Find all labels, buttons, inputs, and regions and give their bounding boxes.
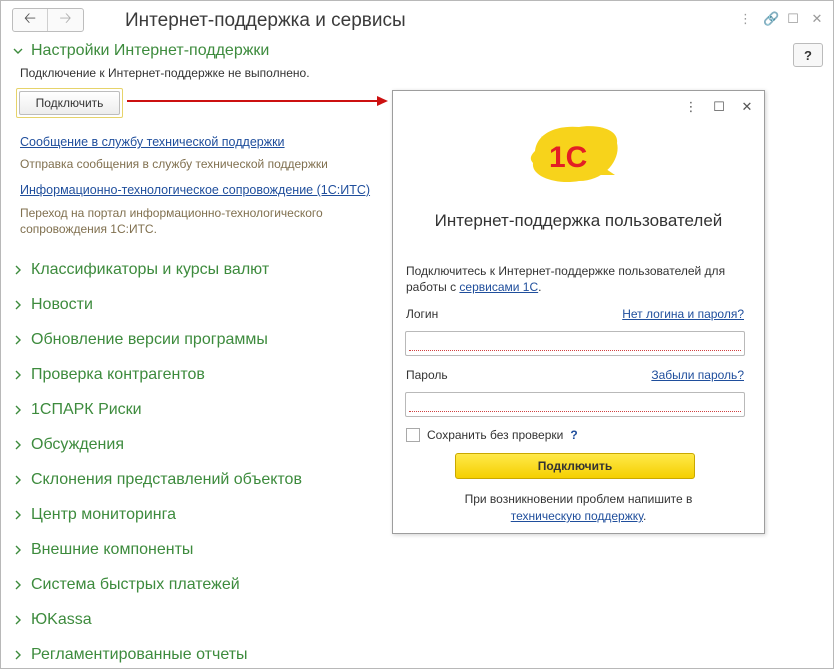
- section-fast-payments[interactable]: Система быстрых платежей: [11, 576, 240, 594]
- its-link[interactable]: Информационно-технологическое сопровожде…: [20, 183, 370, 197]
- tech-support-link[interactable]: техническую поддержку: [511, 509, 643, 523]
- section-yookassa[interactable]: ЮKassa: [11, 611, 92, 629]
- close-icon[interactable]: ✕: [740, 99, 754, 115]
- chevron-right-icon: [11, 263, 25, 277]
- section-regulated-reports[interactable]: Регламентированные отчеты: [11, 646, 248, 664]
- chevron-right-icon: [11, 508, 25, 522]
- window-controls: ⋮ 🔗 ☐ ✕: [739, 11, 823, 27]
- section-spark-risks[interactable]: 1СПАРК Риски: [11, 401, 142, 419]
- services-link[interactable]: сервисами 1С: [459, 280, 538, 294]
- logo-text: 1С: [549, 141, 587, 174]
- intro-suffix: .: [538, 280, 542, 294]
- dialog-controls: ⋮ ☐ ✕: [684, 99, 754, 115]
- main-window: 🡠 🡢 Интернет-поддержка и сервисы ⋮ 🔗 ☐ ✕…: [0, 0, 834, 669]
- footer-link-line: техническую поддержку.: [393, 508, 764, 525]
- save-without-check-row: Сохранить без проверки ?: [406, 428, 578, 442]
- section-label: Центр мониторинга: [31, 506, 177, 523]
- intro-text: Подключитесь к Интернет-поддержке пользо…: [406, 264, 726, 294]
- password-label: Пароль: [406, 368, 448, 382]
- dialog-connect-button[interactable]: Подключить: [455, 453, 695, 479]
- chevron-right-icon: [11, 543, 25, 557]
- chevron-right-icon: [11, 578, 25, 592]
- section-label: Склонения представлений объектов: [31, 471, 302, 488]
- section-external-components[interactable]: Внешние компоненты: [11, 541, 193, 559]
- footer-suffix: .: [642, 509, 647, 523]
- section-classifiers[interactable]: Классификаторы и курсы валют: [11, 261, 269, 279]
- section-label: 1СПАРК Риски: [31, 401, 142, 418]
- arrow-annotation: [127, 96, 388, 106]
- forgot-password-link[interactable]: Забыли пароль?: [651, 368, 744, 382]
- footer-text: При возникновении проблем напишите в: [464, 492, 693, 506]
- save-without-check-checkbox[interactable]: [406, 428, 420, 442]
- connection-status: Подключение к Интернет-поддержке не выпо…: [20, 66, 310, 80]
- login-required-mark: [409, 350, 741, 351]
- dialog-title: Интернет-поддержка пользователей: [434, 211, 723, 230]
- close-icon[interactable]: ✕: [811, 11, 823, 27]
- chevron-right-icon: [11, 438, 25, 452]
- navigation-buttons: 🡠 🡢: [12, 8, 84, 32]
- chevron-right-icon: [11, 298, 25, 312]
- its-desc: Переход на портал информационно-технолог…: [20, 206, 323, 236]
- section-label: Система быстрых платежей: [31, 576, 240, 593]
- section-declensions[interactable]: Склонения представлений объектов: [11, 471, 302, 489]
- help-icon[interactable]: ?: [570, 428, 577, 442]
- chevron-right-icon: [11, 333, 25, 347]
- section-label: ЮKassa: [31, 611, 92, 628]
- forward-arrow-icon[interactable]: 🡢: [48, 9, 83, 31]
- password-required-mark: [409, 411, 741, 412]
- link-icon[interactable]: 🔗: [763, 11, 779, 27]
- section-label: Обсуждения: [31, 436, 124, 453]
- section-label: Новости: [31, 296, 93, 313]
- section-counterparty-check[interactable]: Проверка контрагентов: [11, 366, 205, 384]
- chevron-down-icon: [11, 44, 25, 58]
- support-message-desc: Отправка сообщения в службу технической …: [20, 157, 328, 171]
- chevron-right-icon: [11, 403, 25, 417]
- chevron-right-icon: [11, 473, 25, 487]
- no-login-link[interactable]: Нет логина и пароля?: [622, 307, 744, 321]
- chevron-right-icon: [11, 613, 25, 627]
- 1c-logo-icon: 1С: [530, 126, 618, 183]
- chevron-right-icon: [11, 368, 25, 382]
- login-dialog: ⋮ ☐ ✕ 1С Интернет-поддержка пользователе…: [392, 90, 765, 534]
- password-field[interactable]: [405, 392, 745, 417]
- section-news[interactable]: Новости: [11, 296, 93, 314]
- section-label: Обновление версии программы: [31, 331, 268, 348]
- help-button[interactable]: ?: [793, 43, 823, 67]
- page-title: Интернет-поддержка и сервисы: [125, 10, 406, 31]
- save-without-check-label: Сохранить без проверки: [427, 428, 564, 442]
- login-label: Логин: [406, 307, 439, 321]
- section-label: Настройки Интернет-поддержки: [31, 42, 270, 59]
- section-discussions[interactable]: Обсуждения: [11, 436, 124, 454]
- back-arrow-icon[interactable]: 🡠: [13, 9, 48, 31]
- section-label: Классификаторы и курсы валют: [31, 261, 270, 278]
- more-menu-icon[interactable]: ⋮: [739, 11, 752, 27]
- chevron-right-icon: [11, 648, 25, 662]
- more-menu-icon[interactable]: ⋮: [684, 99, 698, 115]
- dialog-footer: При возникновении проблем напишите в тех…: [393, 491, 764, 525]
- maximize-icon[interactable]: ☐: [712, 99, 726, 115]
- section-label: Проверка контрагентов: [31, 366, 205, 383]
- connect-button[interactable]: Подключить: [19, 91, 120, 115]
- login-field[interactable]: [405, 331, 745, 356]
- section-monitoring[interactable]: Центр мониторинга: [11, 506, 176, 524]
- dialog-intro: Подключитесь к Интернет-поддержке пользо…: [406, 263, 751, 295]
- section-label: Внешние компоненты: [31, 541, 194, 558]
- connect-button-focus: Подключить: [16, 88, 123, 118]
- section-support-settings[interactable]: Настройки Интернет-поддержки: [11, 42, 269, 60]
- section-update[interactable]: Обновление версии программы: [11, 331, 268, 349]
- support-message-link[interactable]: Сообщение в службу технической поддержки: [20, 135, 285, 149]
- section-label: Регламентированные отчеты: [31, 646, 248, 663]
- maximize-icon[interactable]: ☐: [787, 11, 799, 27]
